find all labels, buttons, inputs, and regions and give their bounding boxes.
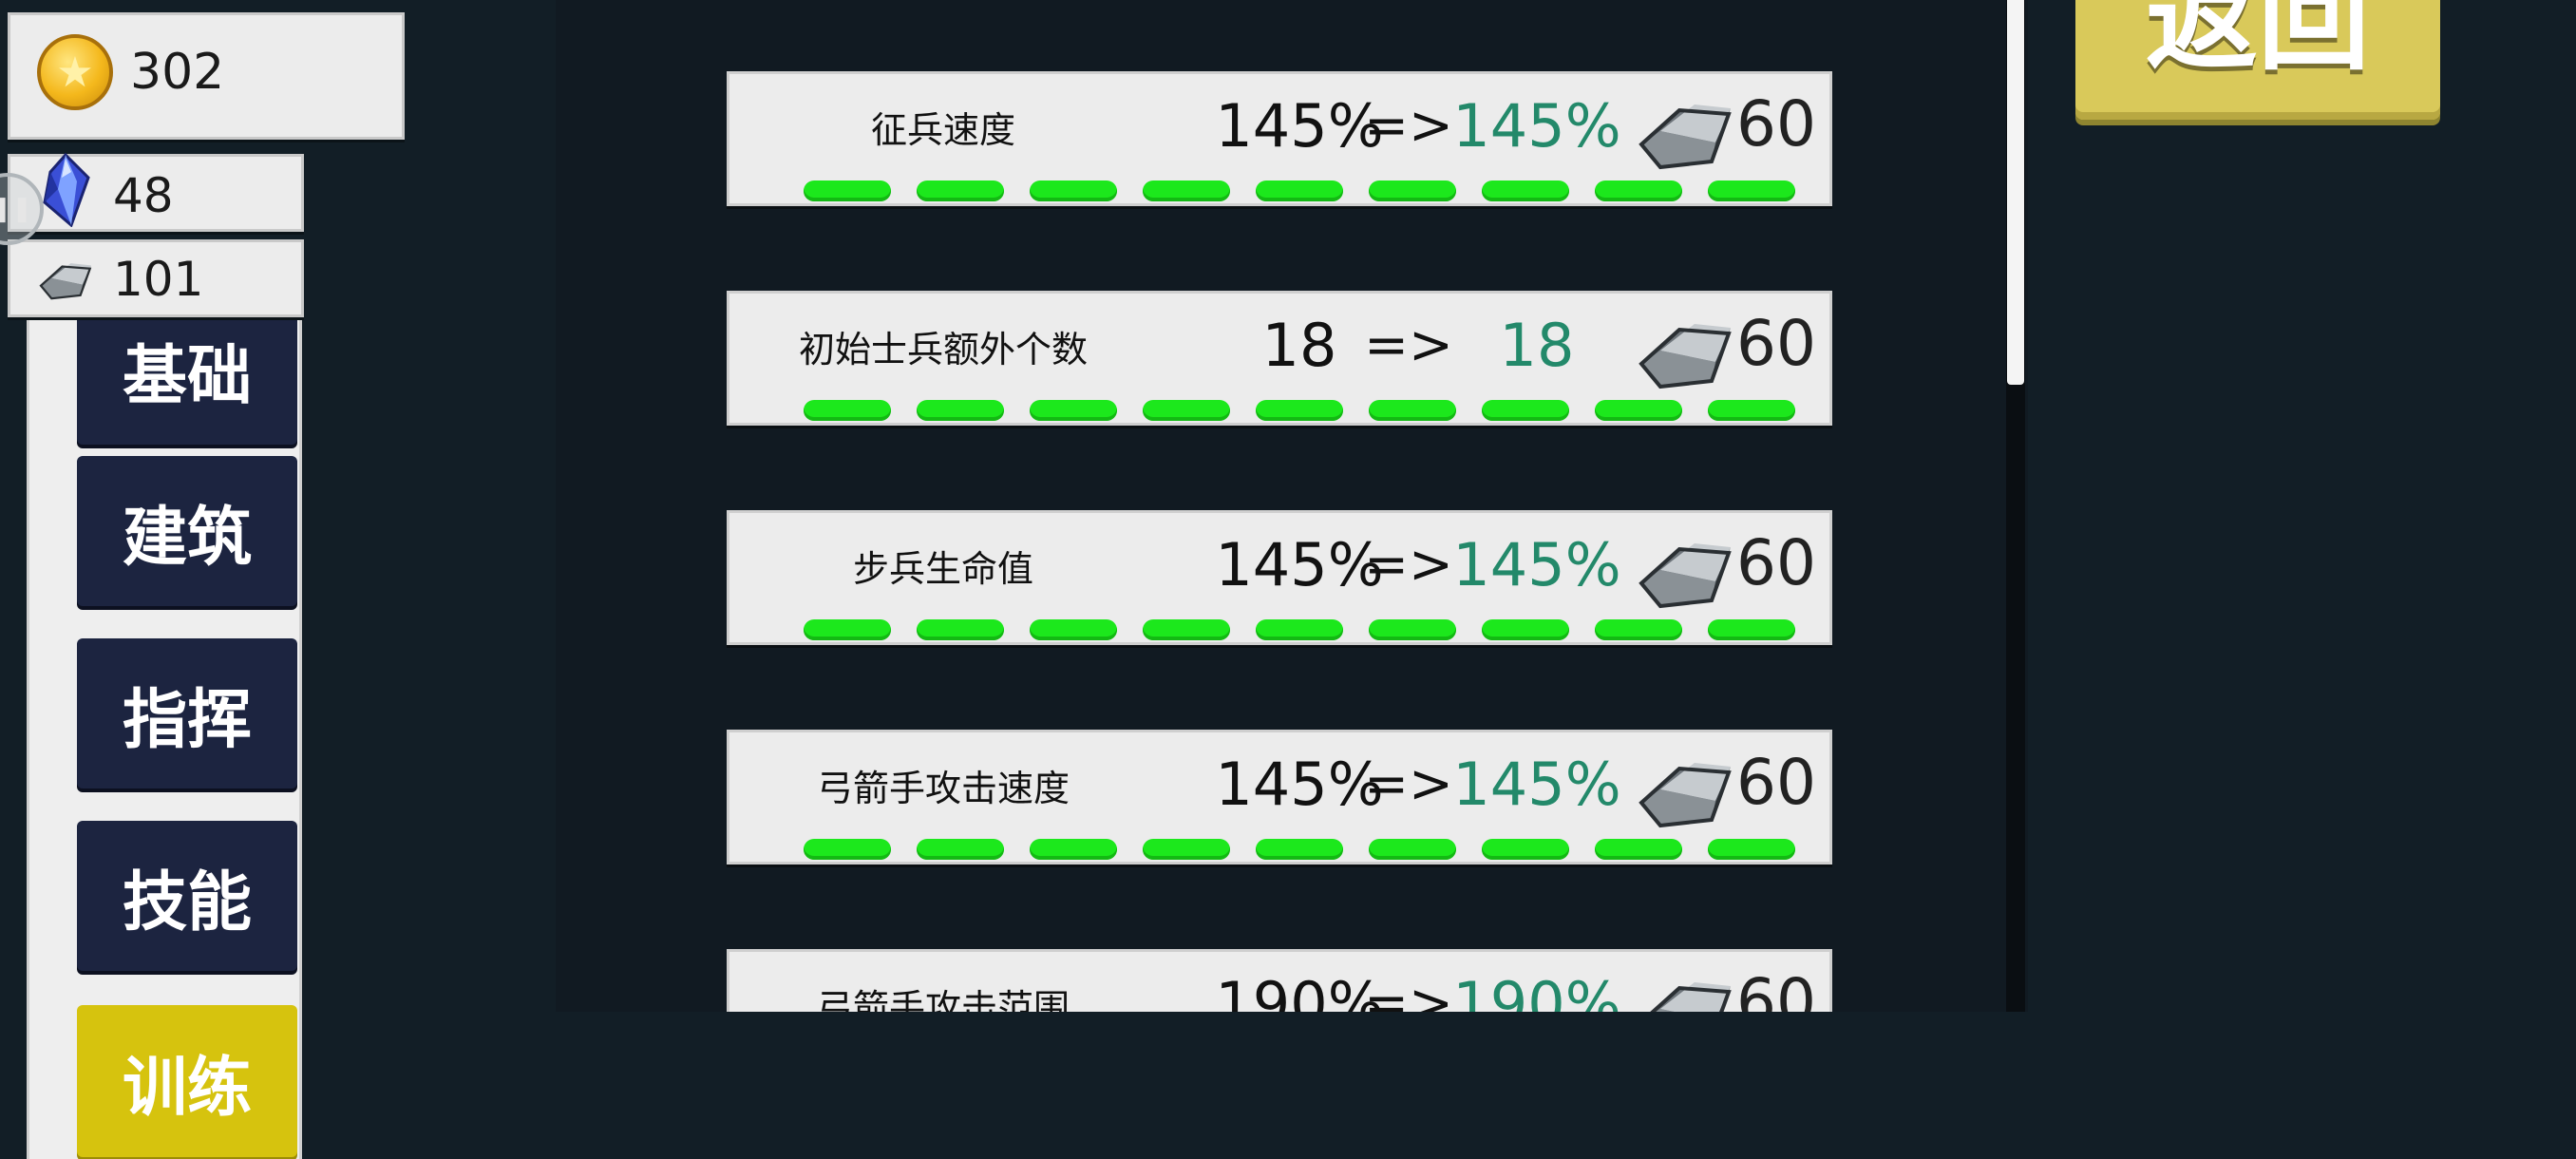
upgrade-screen: 征兵速度 145% => 145% 60 初始士兵额外个数 18 => 18 6… <box>0 0 2576 1159</box>
gold-value: 302 <box>130 44 225 101</box>
upgrade-cost: 60 <box>1736 965 1816 1012</box>
upgrade-list-viewport: 弓箭手攻击范围 190% => 190% 60 <box>0 0 2576 1012</box>
tab-command[interactable]: 指挥 <box>77 638 297 788</box>
upgrade-row[interactable]: 弓箭手攻击范围 190% => 190% 60 <box>727 949 1832 1012</box>
upgrade-next-value: 190% <box>1452 969 1621 1012</box>
category-sidebar: 基础 建筑 指挥 技能 训练 <box>27 294 302 1159</box>
iron-counter: 101 <box>8 239 304 317</box>
tab-skill[interactable]: 技能 <box>77 821 297 971</box>
gem-counter: 48 <box>8 153 304 232</box>
iron-value: 101 <box>113 252 204 307</box>
iron-ingot-icon <box>1650 982 1732 1012</box>
gold-coin-icon: ★ <box>37 34 113 110</box>
gold-counter: ★ 302 <box>8 12 405 140</box>
tab-training[interactable]: 训练 <box>77 1005 297 1157</box>
blue-gem-icon <box>43 153 90 227</box>
gem-value: 48 <box>113 168 174 223</box>
tab-building[interactable]: 建筑 <box>77 456 297 606</box>
iron-ingot-icon <box>39 263 92 300</box>
back-button[interactable]: 返回 <box>2075 0 2440 120</box>
upgrade-name: 弓箭手攻击范围 <box>816 987 1070 1012</box>
